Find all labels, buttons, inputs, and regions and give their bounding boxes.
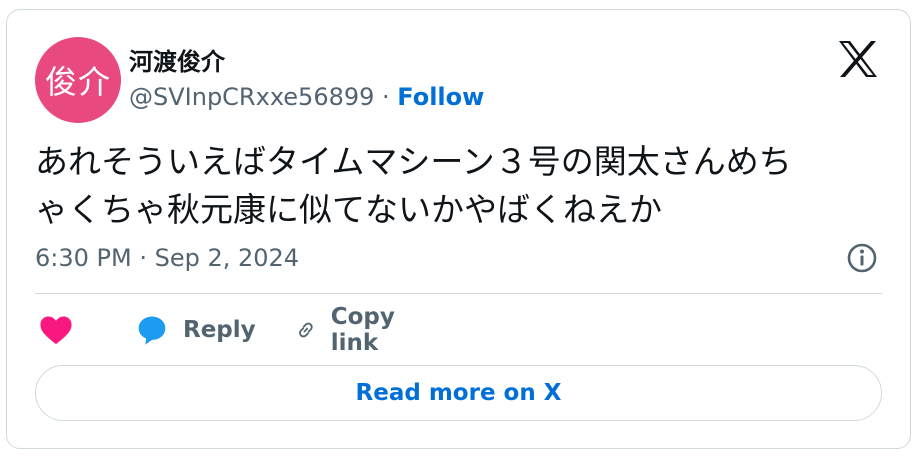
speech-bubble-icon (138, 316, 166, 345)
avatar-text: 俊介 (44, 63, 111, 101)
copy-link-label: Copy link (330, 304, 395, 356)
read-more-button[interactable]: Read more on X (35, 365, 882, 421)
follow-button[interactable]: Follow (397, 83, 484, 111)
avatar[interactable]: 俊介 (35, 37, 121, 123)
tweet-timestamp[interactable]: 6:30 PM · Sep 2, 2024 (35, 244, 299, 272)
x-logo-icon[interactable] (838, 40, 878, 78)
author-handle-row: @SVInpCRxxe56899 · Follow (129, 83, 484, 111)
divider (35, 293, 882, 294)
info-icon[interactable] (846, 242, 878, 274)
like-button[interactable] (39, 310, 73, 350)
heart-icon (40, 316, 72, 345)
timestamp-separator: · (131, 244, 155, 272)
author-display-name[interactable]: 河渡俊介 (129, 42, 225, 77)
copy-link-button[interactable]: Copy link (295, 304, 407, 356)
tweet-text-line: ゃくちゃ秋元康に似てないかやばくねえか (35, 190, 662, 229)
reply-button[interactable]: Reply (135, 310, 256, 350)
tweet-text: あれそういえばタイムマシーン３号の関太さんめち ゃくちゃ秋元康に似てないかやばく… (35, 138, 885, 234)
tweet-text-line: あれそういえばタイムマシーン３号の関太さんめち (35, 142, 792, 181)
link-icon (299, 322, 313, 338)
tweet-date: Sep 2, 2024 (154, 244, 300, 272)
tweet-time: 6:30 PM (35, 244, 132, 272)
tweet-card: 俊介 河渡俊介 @SVInpCRxxe56899 · Follow あれそういえ… (6, 9, 911, 449)
author-handle[interactable]: @SVInpCRxxe56899 (129, 83, 374, 111)
read-more-label: Read more on X (355, 380, 562, 406)
handle-separator: · (374, 83, 398, 111)
reply-label: Reply (183, 317, 256, 343)
